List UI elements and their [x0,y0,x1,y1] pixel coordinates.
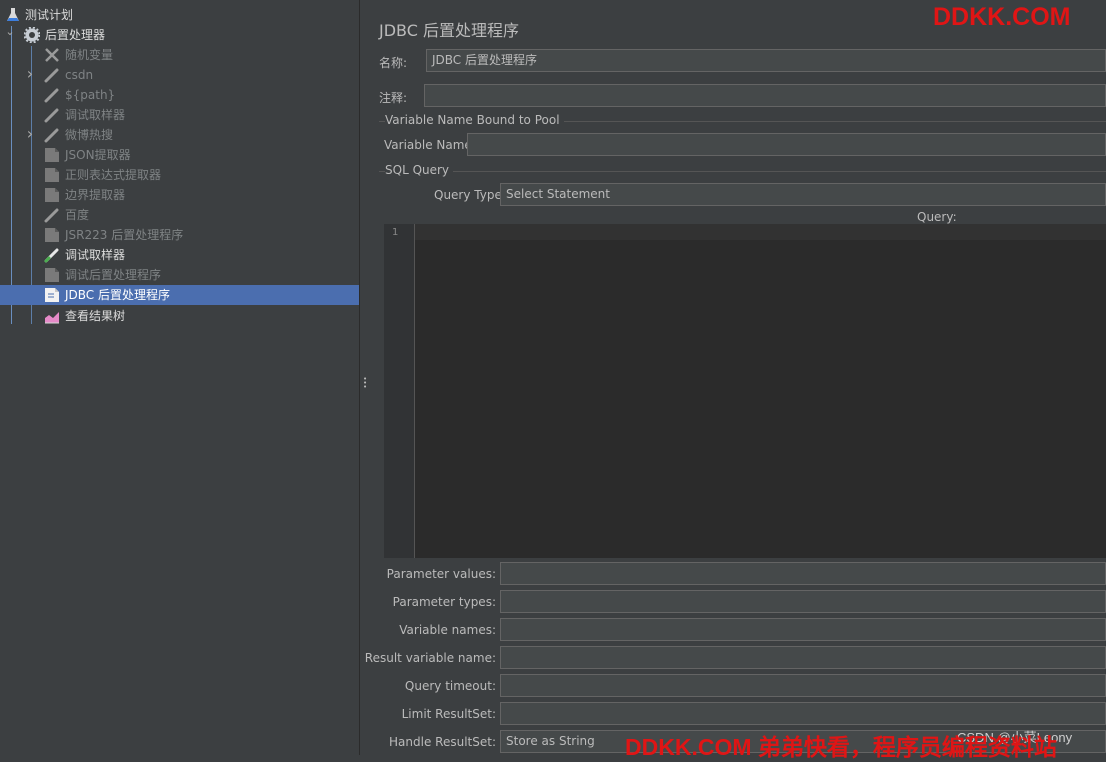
tree-node-label: 边界提取器 [65,188,126,202]
document-postprocessor-icon [44,227,60,243]
comment-label: 注释: [379,91,408,105]
variable-names-label: Variable names: [399,623,496,637]
test-plan-flask-icon [5,7,21,23]
document-postprocessor-icon [44,287,60,303]
watermark-top: DDKK.COM [933,3,1071,31]
pen-sampler-icon [44,247,60,263]
variable-name-field[interactable] [467,133,1106,156]
scissors-config-icon [44,47,60,63]
document-postprocessor-icon [44,167,60,183]
tree-node-label: 微博热搜 [65,128,114,142]
pen-sampler-icon [44,67,60,83]
limit-resultset-field[interactable] [500,702,1106,725]
result-variable-name-label: Result variable name: [364,651,496,665]
tree-node-label: 百度 [65,208,90,222]
tree-node-label: 查看结果树 [65,309,126,323]
tree-node-label: 调试取样器 [65,108,126,122]
tree-node-label: 调试后置处理程序 [65,268,162,282]
editor-line-gutter: 1 [384,224,415,558]
results-tree-chart-icon [44,308,60,324]
comment-field[interactable] [424,84,1106,107]
tree-node-random-variable[interactable]: 随机变量 [0,45,359,65]
variable-names-field[interactable] [500,618,1106,641]
parameter-types-field[interactable] [500,590,1106,613]
tree-node-csdn[interactable]: › csdn [0,64,359,85]
sql-group-border [379,171,1106,172]
query-label: Query: [917,210,957,224]
tree-node-label: 正则表达式提取器 [65,168,162,182]
tree-node-label: csdn [65,68,94,82]
tree-node-label: 测试计划 [25,8,74,22]
query-timeout-field[interactable] [500,674,1106,697]
collapse-chevron-icon[interactable]: ⌄ [4,22,16,42]
current-line-highlight [415,224,1106,240]
name-field[interactable]: JDBC 后置处理程序 [426,49,1106,72]
handle-resultset-label: Handle ResultSet: [389,735,496,749]
document-postprocessor-icon [44,267,60,283]
tree-node-label: JSR223 后置处理程序 [65,228,184,242]
query-type-select[interactable]: Select Statement [500,183,1106,206]
tree-node-label: 后置处理器 [45,28,106,42]
page-title: JDBC 后置处理程序 [379,21,519,40]
tree-node-debug-sampler[interactable]: 调试取样器 [0,105,359,125]
tree-node-json-extractor[interactable]: JSON提取器 [0,145,359,165]
expand-chevron-icon[interactable]: › [24,64,36,84]
pen-sampler-icon [44,127,60,143]
test-plan-tree[interactable]: 测试计划 ⌄ 后置处理器 随机变量 › csdn ${path} 调试取样器 ›… [0,0,359,755]
parameter-values-label: Parameter values: [386,567,496,581]
tree-node-jdbc-postprocessor[interactable]: JDBC 后置处理程序 [0,285,359,305]
tree-node-test-plan[interactable]: 测试计划 [0,5,359,25]
query-timeout-label: Query timeout: [404,679,496,693]
pen-sampler-icon [44,207,60,223]
tree-node-baidu[interactable]: 百度 [0,205,359,225]
parameter-types-label: Parameter types: [392,595,496,609]
pen-sampler-icon [44,87,60,103]
limit-resultset-label: Limit ResultSet: [401,707,496,721]
tree-node-path[interactable]: ${path} [0,85,359,105]
parameter-values-field[interactable] [500,562,1106,585]
pool-group-title: Variable Name Bound to Pool [385,113,564,127]
query-type-label: Query Type: [434,188,506,202]
gear-icon [23,26,41,44]
tree-node-label: 随机变量 [65,48,114,62]
tree-node-debug-sampler-enabled[interactable]: 调试取样器 [0,245,359,265]
tree-node-label: JSON提取器 [65,148,131,162]
tree-node-view-results-tree[interactable]: 查看结果树 [0,306,359,326]
jdbc-postprocessor-panel: JDBC 后置处理程序 名称: JDBC 后置处理程序 注释: Variable… [365,0,1106,760]
tree-node-label: JDBC 后置处理程序 [65,288,170,302]
sql-query-editor[interactable]: 1 [384,224,1106,558]
sql-group-title: SQL Query [385,163,454,177]
variable-name-label: Variable Name: [384,138,476,152]
tree-node-regex-extractor[interactable]: 正则表达式提取器 [0,165,359,185]
expand-chevron-icon[interactable]: › [24,124,36,144]
pen-sampler-icon [44,107,60,123]
tree-node-label: 调试取样器 [65,248,126,262]
tree-node-post-processors[interactable]: ⌄ 后置处理器 [0,25,359,45]
tree-node-boundary-extractor[interactable]: 边界提取器 [0,185,359,205]
tree-node-weibo-hot[interactable]: › 微博热搜 [0,124,359,145]
splitter-grip-icon: • • • [363,375,368,391]
watermark-bottom: DDKK.COM 弟弟快看，程序员编程资料站 [625,734,1057,760]
line-number: 1 [392,227,399,238]
name-label: 名称: [379,56,408,70]
document-postprocessor-icon [44,147,60,163]
document-postprocessor-icon [44,187,60,203]
result-variable-name-field[interactable] [500,646,1106,669]
tree-node-label: ${path} [65,88,116,102]
tree-node-jsr223-postprocessor[interactable]: JSR223 后置处理程序 [0,225,359,245]
tree-node-debug-postprocessor[interactable]: 调试后置处理程序 [0,265,359,285]
